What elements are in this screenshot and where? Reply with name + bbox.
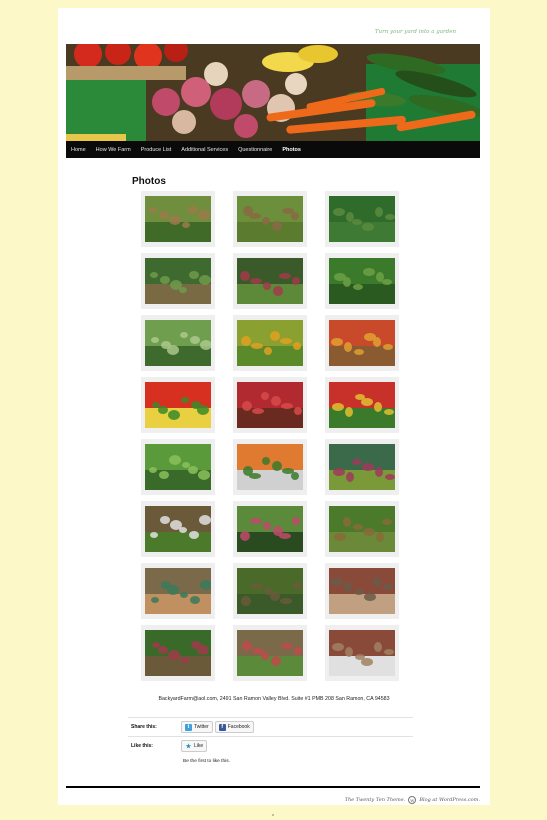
like-button-label: Like xyxy=(194,743,204,749)
gallery-thumbnail[interactable] xyxy=(141,563,215,619)
twitter-label: Twitter xyxy=(194,724,209,730)
facebook-share-button[interactable]: f Facebook xyxy=(214,721,254,733)
gallery-thumbnail[interactable] xyxy=(233,315,307,371)
gallery-thumbnail[interactable] xyxy=(233,625,307,681)
gallery-photo xyxy=(237,258,303,304)
twitter-share-button[interactable]: t Twitter xyxy=(181,721,213,733)
gallery-photo xyxy=(329,320,395,366)
gallery-thumbnail[interactable] xyxy=(233,439,307,495)
gallery-photo xyxy=(329,258,395,304)
bottom-mark: x xyxy=(272,812,274,817)
gallery-photo xyxy=(145,444,211,490)
nav-item-how-we-farm[interactable]: How We Farm xyxy=(91,147,136,153)
gallery-photo xyxy=(237,382,303,428)
star-icon: ★ xyxy=(185,743,192,750)
gallery-thumbnail[interactable] xyxy=(233,253,307,309)
gallery-photo xyxy=(237,630,303,676)
like-row: Like this: ★ Like xyxy=(128,737,413,755)
nav-item-produce-list[interactable]: Produce List xyxy=(136,147,177,153)
gallery-thumbnail[interactable] xyxy=(325,563,399,619)
gallery-photo xyxy=(237,444,303,490)
theme-credit-link[interactable]: The Twenty Ten Theme. xyxy=(345,797,406,803)
gallery-photo xyxy=(145,568,211,614)
gallery-photo xyxy=(329,444,395,490)
like-button[interactable]: ★ Like xyxy=(181,740,208,752)
facebook-icon: f xyxy=(218,723,226,731)
wordpress-credit-link[interactable]: Blog at WordPress.com. xyxy=(419,797,480,803)
gallery-thumbnail[interactable] xyxy=(325,191,399,247)
site-footer: The Twenty Ten Theme. W Blog at WordPres… xyxy=(345,796,480,804)
gallery-thumbnail[interactable] xyxy=(325,501,399,557)
page-title: Photos xyxy=(132,176,166,187)
gallery-photo xyxy=(329,196,395,242)
header-banner-image xyxy=(66,44,480,141)
gallery-thumbnail[interactable] xyxy=(141,315,215,371)
nav-item-photos[interactable]: Photos xyxy=(277,147,306,153)
gallery-thumbnail[interactable] xyxy=(141,439,215,495)
gallery-thumbnail[interactable] xyxy=(141,501,215,557)
sharing-box: Share this: t Twitter f Facebook Like th… xyxy=(128,717,413,755)
gallery-photo xyxy=(237,320,303,366)
gallery-photo xyxy=(145,196,211,242)
gallery-photo xyxy=(237,568,303,614)
gallery-photo xyxy=(329,382,395,428)
gallery-thumbnail[interactable] xyxy=(141,191,215,247)
gallery-photo xyxy=(237,506,303,552)
site-tagline: Turn your yard into a garden xyxy=(374,29,456,35)
gallery-photo xyxy=(145,382,211,428)
page-container: Turn your yard into a garden Home How We… xyxy=(58,8,490,805)
gallery-thumbnail[interactable] xyxy=(141,253,215,309)
gallery-thumbnail[interactable] xyxy=(141,625,215,681)
gallery-thumbnail[interactable] xyxy=(233,377,307,433)
share-label: Share this: xyxy=(131,724,157,730)
gallery-thumbnail[interactable] xyxy=(233,501,307,557)
gallery-thumbnail[interactable] xyxy=(325,253,399,309)
gallery-photo xyxy=(145,506,211,552)
gallery-photo xyxy=(145,258,211,304)
gallery-photo xyxy=(145,320,211,366)
gallery-thumbnail[interactable] xyxy=(141,377,215,433)
gallery-thumbnail[interactable] xyxy=(325,625,399,681)
gallery-photo xyxy=(329,630,395,676)
share-row: Share this: t Twitter f Facebook xyxy=(128,718,413,737)
like-label: Like this: xyxy=(131,743,153,749)
footer-divider xyxy=(66,786,480,788)
gallery-photo xyxy=(329,506,395,552)
contact-caption: BackyardFarm@aol.com, 2491 San Ramon Val… xyxy=(158,696,390,702)
gallery-thumbnail[interactable] xyxy=(325,439,399,495)
gallery-thumbnail[interactable] xyxy=(325,377,399,433)
nav-item-additional-services[interactable]: Additional Services xyxy=(176,147,233,153)
gallery-thumbnail[interactable] xyxy=(233,563,307,619)
gallery-thumbnail[interactable] xyxy=(233,191,307,247)
twitter-icon: t xyxy=(185,723,192,731)
nav-item-questionnaire[interactable]: Questionnaire xyxy=(233,147,277,153)
nav-item-home[interactable]: Home xyxy=(66,147,91,153)
main-navigation: Home How We Farm Produce List Additional… xyxy=(66,141,480,158)
gallery-photo xyxy=(329,568,395,614)
gallery-photo xyxy=(145,630,211,676)
like-count-text: Be the first to like this. xyxy=(183,759,230,764)
wordpress-icon: W xyxy=(408,796,417,804)
facebook-label: Facebook xyxy=(227,724,250,730)
photo-gallery xyxy=(141,191,407,687)
gallery-thumbnail[interactable] xyxy=(325,315,399,371)
gallery-photo xyxy=(237,196,303,242)
